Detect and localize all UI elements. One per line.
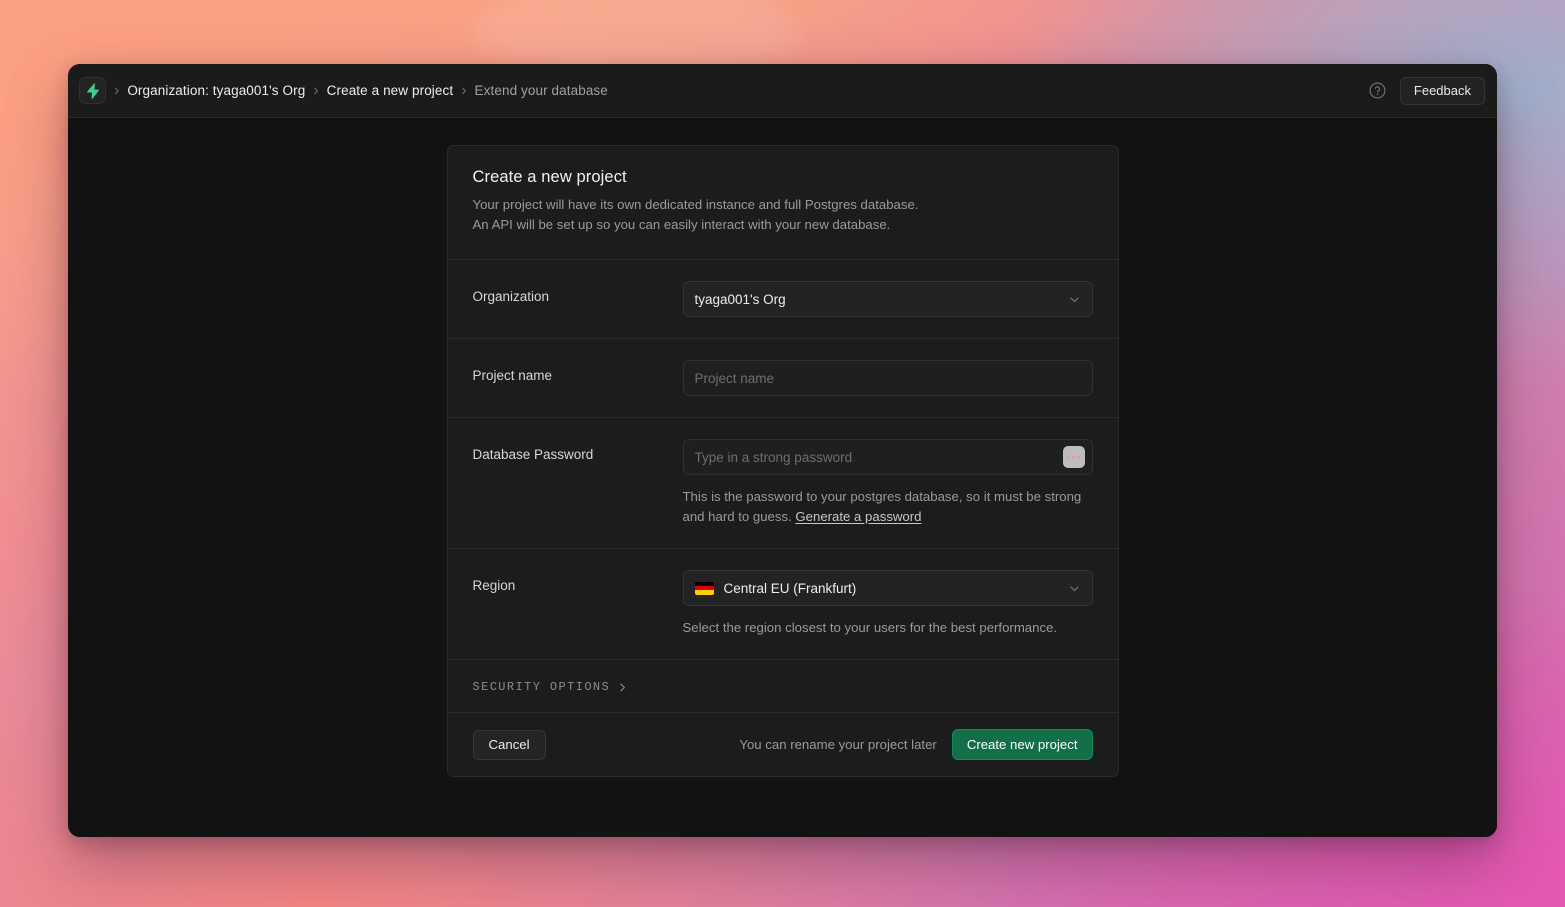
region-control: Central EU (Frankfurt) Select the region… [682,570,1093,638]
region-row: Region Central EU (Frankfurt) Select the… [447,549,1118,661]
card-subtitle-line-1: Your project will have its own dedicated… [472,197,919,212]
page-title: Create a new project [472,168,627,186]
database-password-control: This is the password to your postgres da… [682,439,1093,527]
desktop-background: › Organization: tyaga001's Org › Create … [0,0,1565,907]
database-password-help: This is the password to your postgres da… [683,487,1093,527]
breadcrumb-separator-3: › [461,81,467,99]
flag-stripe-gold [694,590,714,595]
project-name-control [682,360,1093,397]
database-password-label: Database Password [472,447,594,463]
card-subtitle-line-2: An API will be set up so you can easily … [472,217,891,233]
password-dot-3 [1077,455,1080,459]
app-logo[interactable] [79,77,106,104]
region-select[interactable]: Central EU (Frankfurt) [682,570,1093,607]
organization-control: tyaga001's Org [682,281,1093,318]
organization-select[interactable]: tyaga001's Org [682,281,1093,318]
breadcrumb-extend-your-database[interactable]: Extend your database [475,83,608,98]
background-watermark [470,0,800,69]
chevron-down-icon [1069,586,1079,591]
breadcrumb-separator-1: › [114,81,120,99]
breadcrumb-separator-2: › [313,81,319,99]
organization-selected-value: tyaga001's Org [694,291,786,307]
footer-note: You can rename your project later [739,737,937,753]
germany-flag-icon [694,581,714,595]
top-bar-actions: Feedback [1369,76,1485,105]
question-mark-circle-icon[interactable] [1369,82,1386,99]
create-project-card: Create a new project Your project will h… [446,145,1119,778]
project-name-label: Project name [472,368,553,384]
lightning-bolt-icon [86,82,99,99]
database-password-row: Database Password This is the password t [447,418,1118,550]
window-body: Create a new project Your project will h… [68,118,1497,837]
feedback-button[interactable]: Feedback [1399,76,1485,105]
top-bar: › Organization: tyaga001's Org › Create … [68,64,1497,118]
card-header: Create a new project Your project will h… [447,146,1118,261]
security-options-label: SECURITY OPTIONS [472,680,611,695]
app-window: › Organization: tyaga001's Org › Create … [68,64,1497,837]
project-name-row: Project name [447,339,1118,419]
password-reveal-icon[interactable] [1062,446,1085,469]
password-dot-2 [1072,455,1075,459]
card-footer: Cancel You can rename your project later… [447,713,1118,777]
chevron-down-icon [1069,297,1079,302]
chevron-right-icon [620,683,626,692]
security-options-toggle[interactable]: SECURITY OPTIONS [473,680,629,694]
password-dot-1 [1067,455,1070,459]
create-new-project-button[interactable]: Create new project [951,729,1093,761]
project-name-input[interactable] [682,360,1093,397]
password-input-wrapper [682,439,1093,476]
organization-row: Organization tyaga001's Org [447,260,1118,340]
region-help-text: Select the region closest to your users … [682,620,1058,636]
security-options-row: SECURITY OPTIONS [447,660,1118,714]
generate-password-link[interactable]: Generate a password [795,509,921,524]
database-password-input[interactable] [682,439,1093,476]
cancel-button[interactable]: Cancel [472,729,546,760]
region-label: Region [472,578,516,594]
region-selected-value: Central EU (Frankfurt) [723,580,857,596]
organization-label: Organization [472,289,550,305]
breadcrumb-organization[interactable]: Organization: tyaga001's Org [127,83,305,98]
breadcrumb-create-new-project[interactable]: Create a new project [327,83,454,98]
